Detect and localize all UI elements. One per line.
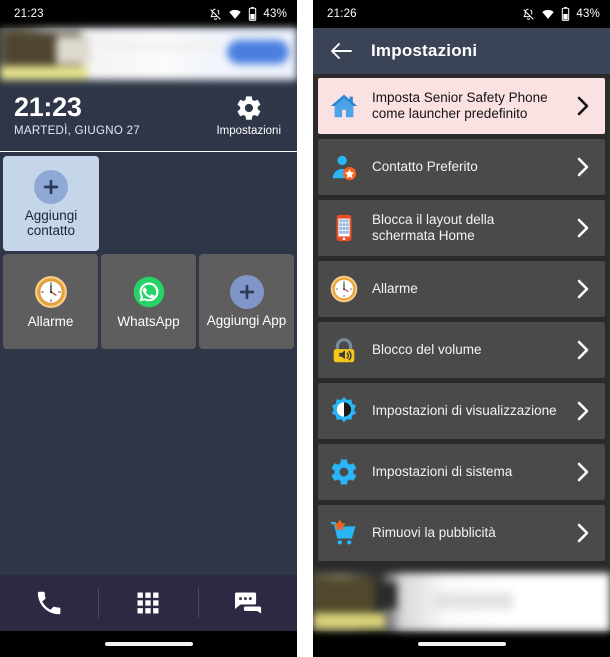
settings-item-label: Allarme <box>372 280 418 296</box>
page-title: Impostazioni <box>371 41 478 60</box>
right-status-icons: 43% <box>522 7 600 21</box>
alarm-clock-icon <box>34 276 67 309</box>
right-gesture-navigation-bar <box>313 631 610 657</box>
wifi-icon <box>542 9 555 19</box>
settings-item-label: Impostazioni di sistema <box>372 463 513 479</box>
chevron-right-icon <box>573 96 593 116</box>
settings-item-lock-home-layout[interactable]: Blocca il layout della schermata Home <box>318 200 605 256</box>
settings-item-label: Impostazioni di visualizzazione <box>372 402 557 418</box>
settings-app-bar: Impostazioni <box>313 28 610 74</box>
home-house-icon <box>328 90 360 122</box>
display-brightness-icon <box>328 395 360 427</box>
app-tile-whatsapp[interactable]: WhatsApp <box>101 254 196 350</box>
gesture-pill[interactable] <box>417 642 506 646</box>
lock-home-layout-icon <box>328 212 360 244</box>
right-status-time: 21:26 <box>327 8 357 20</box>
settings-list: Imposta Senior Safety Phone come launche… <box>313 74 610 573</box>
settings-item-label: Rimuovi la pubblicità <box>372 524 496 540</box>
add-contact-tile[interactable]: Aggiungi contatto <box>3 156 99 252</box>
chevron-right-icon <box>573 462 593 482</box>
screenshot-gutter <box>297 0 313 657</box>
messages-icon <box>233 592 261 614</box>
chevron-right-icon <box>573 218 593 238</box>
favorite-contact-icon <box>328 151 360 183</box>
chevron-right-icon <box>573 401 593 421</box>
app-tile-alarm[interactable]: Allarme <box>3 254 98 350</box>
gear-icon <box>328 456 360 488</box>
settings-item-volume-lock[interactable]: Blocco del volume <box>318 322 605 378</box>
app-tile-row: Allarme WhatsApp Aggiungi App <box>0 254 297 350</box>
settings-item-display[interactable]: Impostazioni di visualizzazione <box>318 383 605 439</box>
chevron-right-icon <box>573 340 593 360</box>
volume-lock-icon <box>328 334 360 366</box>
settings-item-label: Blocca il layout della schermata Home <box>372 211 495 243</box>
chevron-right-icon <box>573 523 593 543</box>
add-contact-tile-label: Aggiungi contatto <box>24 207 78 238</box>
settings-item-label: Imposta Senior Safety Phone come launche… <box>372 89 548 121</box>
notifications-muted-icon <box>210 8 222 20</box>
app-tile-add-app-label: Aggiungi App <box>206 313 287 329</box>
advertisement-banner-top[interactable] <box>0 28 297 80</box>
shopping-cart-star-icon <box>328 517 360 549</box>
nav-messages-button[interactable] <box>199 575 297 631</box>
bottom-navigation-bar <box>0 575 297 631</box>
nav-phone-button[interactable] <box>0 575 98 631</box>
app-tile-whatsapp-label: WhatsApp <box>117 314 180 330</box>
clock-time: 21:23 <box>14 92 82 122</box>
settings-screen: Impostazioni Imposta Senior Safety Phone… <box>313 28 610 657</box>
gear-icon <box>237 96 261 120</box>
alarm-clock-icon <box>328 273 360 305</box>
settings-item-remove-ads[interactable]: Rimuovi la pubblicità <box>318 505 605 561</box>
settings-item-favorite-contact[interactable]: Contatto Preferito <box>318 139 605 195</box>
clock-text-block: 21:23 MARTEDÌ, GIUGNO 27 <box>14 92 140 138</box>
right-phone-screenshot: 21:26 43% Impostazioni Imposta Senior Sa… <box>313 0 610 657</box>
plus-icon <box>229 275 264 310</box>
nav-apps-button[interactable] <box>99 575 197 631</box>
wifi-icon <box>229 9 242 19</box>
chevron-right-icon <box>573 279 593 299</box>
settings-item-label: Blocco del volume <box>372 341 482 357</box>
clock-date: MARTEDÌ, GIUGNO 27 <box>14 125 140 138</box>
advertisement-banner-bottom[interactable] <box>313 573 610 631</box>
gesture-pill[interactable] <box>104 642 193 646</box>
home-screen: 21:23 MARTEDÌ, GIUGNO 27 Impostazioni Ag… <box>0 28 297 657</box>
contact-tile-row: Aggiungi contatto <box>0 156 297 252</box>
right-status-bar: 21:26 43% <box>313 0 610 28</box>
notifications-muted-icon <box>523 8 535 20</box>
settings-item-alarm[interactable]: Allarme <box>318 261 605 317</box>
clock-widget[interactable]: 21:23 MARTEDÌ, GIUGNO 27 Impostazioni <box>0 80 297 153</box>
battery-icon <box>249 7 257 21</box>
left-status-icons: 43% <box>209 7 287 21</box>
right-battery-percent: 43% <box>576 8 600 20</box>
left-gesture-navigation-bar <box>0 631 297 657</box>
settings-shortcut-button[interactable]: Impostazioni <box>216 93 281 137</box>
settings-item-system[interactable]: Impostazioni di sistema <box>318 444 605 500</box>
battery-icon <box>562 7 570 21</box>
settings-item-label: Contatto Preferito <box>372 158 478 174</box>
left-status-time: 21:23 <box>14 8 44 20</box>
back-arrow-icon[interactable] <box>329 41 353 61</box>
app-tile-alarm-label: Allarme <box>27 314 74 330</box>
left-phone-screenshot: 21:23 43% 21:23 MARTEDÌ, GIUGNO 27 Impos… <box>0 0 297 657</box>
plus-icon <box>34 169 68 204</box>
apps-grid-icon <box>137 592 159 614</box>
settings-item-default-launcher[interactable]: Imposta Senior Safety Phone come launche… <box>318 78 605 134</box>
chevron-right-icon <box>573 157 593 177</box>
dual-screenshot-stage: 21:23 43% 21:23 MARTEDÌ, GIUGNO 27 Impos… <box>0 0 610 657</box>
whatsapp-icon <box>133 276 164 308</box>
tiles-area: Aggiungi contatto Allarme WhatsApp Aggiu… <box>0 152 297 352</box>
left-status-bar: 21:23 43% <box>0 0 297 28</box>
phone-icon <box>38 591 61 615</box>
left-battery-percent: 43% <box>263 8 287 20</box>
settings-shortcut-label: Impostazioni <box>216 125 281 137</box>
app-tile-add-app[interactable]: Aggiungi App <box>199 254 294 350</box>
home-empty-space <box>0 352 297 575</box>
